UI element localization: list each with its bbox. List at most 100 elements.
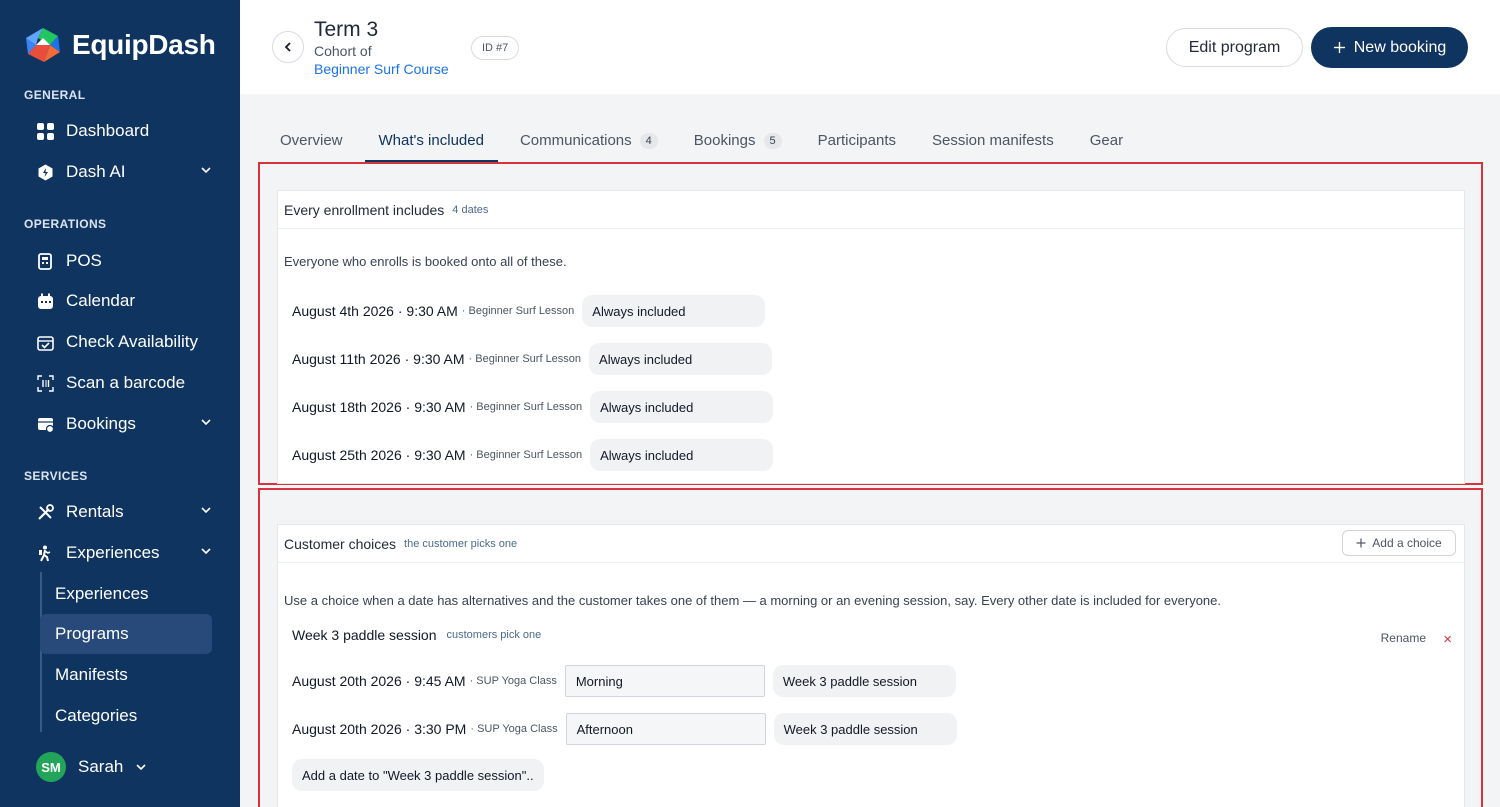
tab-label: Participants (817, 132, 896, 149)
tools-icon (36, 503, 54, 521)
equipdash-logo-icon (26, 28, 60, 62)
ai-hexagon-icon (36, 163, 54, 181)
sidebar-item-label: POS (66, 251, 102, 270)
session-date: August 4th 2026 · 9:30 AM (292, 303, 458, 319)
add-choice-label: Add a choice (1372, 536, 1442, 550)
section-general: GENERAL (24, 88, 86, 102)
id-badge: ID #7 (471, 36, 520, 60)
sidebar-subitem-programs[interactable]: Programs (40, 614, 212, 654)
choice-group-pill: Week 3 paddle session (772, 665, 956, 697)
session-activity: · Beginner Surf Lesson (469, 449, 583, 461)
session-date: August 18th 2026 · 9:30 AM (292, 399, 466, 415)
option-label-input[interactable]: Afternoon (565, 713, 766, 745)
sidebar-item-label: Dashboard (66, 121, 150, 140)
cohort-label: Cohort of (314, 43, 372, 59)
tab-label: Gear (1089, 132, 1124, 149)
enrollment-card: Every enrollment includes 4 dates Everyo… (277, 190, 1465, 484)
user-name: Sarah (78, 757, 124, 776)
sidebar-subitem-experiences[interactable]: Experiences (40, 574, 212, 614)
chevron-down-icon[interactable] (200, 504, 212, 516)
sidebar-item-bookings[interactable]: Bookings (36, 408, 216, 440)
barcode-scan-icon (36, 374, 54, 392)
card-header: Customer choices the customer picks one … (278, 525, 1464, 563)
sidebar-item-label: Rentals (66, 502, 124, 521)
status-pill: Always included (582, 295, 766, 327)
session-date: August 11th 2026 · 9:30 AM (292, 351, 465, 367)
calendar-icon (36, 292, 54, 310)
sidebar-item-label: Bookings (66, 414, 136, 433)
rename-link[interactable]: Rename (1381, 631, 1426, 645)
tab-session-manifests[interactable]: Session manifests (932, 124, 1054, 162)
choice-group-name: Week 3 paddle session (292, 627, 437, 643)
tab-label: What's included (378, 132, 484, 149)
delete-icon[interactable]: × (1443, 631, 1452, 648)
sidebar-subitem-categories[interactable]: Categories (40, 696, 212, 736)
list-item: August 20th 2026 · 9:45 AM · SUP Yoga Cl… (292, 665, 956, 697)
count-badge: 5 (763, 133, 782, 149)
choice-group-header: Week 3 paddle session customers pick one (292, 627, 541, 643)
new-booking-button[interactable]: New booking (1311, 27, 1468, 68)
back-button[interactable] (272, 31, 304, 63)
tab-overview[interactable]: Overview (280, 124, 343, 162)
chevron-down-icon[interactable] (200, 164, 212, 176)
sidebar-item-pos[interactable]: POS (36, 245, 216, 277)
tab-bookings[interactable]: Bookings 5 (694, 124, 782, 162)
add-choice-button[interactable]: Add a choice (1342, 530, 1456, 556)
list-item: August 25th 2026 · 9:30 AM · Beginner Su… (292, 439, 774, 471)
tab-gear[interactable]: Gear (1090, 124, 1123, 162)
card-tag: 4 dates (452, 203, 489, 216)
page-header: Term 3 Cohort of Beginner Surf Course ID… (240, 0, 1500, 94)
register-icon (36, 252, 54, 270)
sidebar-item-label: Dash AI (66, 162, 126, 181)
list-item: August 4th 2026 · 9:30 AM · Beginner Sur… (292, 295, 766, 327)
session-activity: · SUP Yoga Class (470, 723, 558, 735)
hiker-icon (36, 544, 54, 562)
chevron-down-icon[interactable] (200, 545, 212, 557)
sidebar-item-dash-ai[interactable]: Dash AI (36, 156, 216, 188)
card-description: Use a choice when a date has alternative… (284, 593, 1222, 608)
status-pill: Always included (589, 343, 773, 375)
session-activity: · Beginner Surf Lesson (468, 353, 582, 365)
tab-label: Overview (280, 132, 343, 149)
sidebar-item-label: Experiences (66, 543, 160, 562)
tab-label: Session manifests (932, 132, 1054, 149)
sidebar-item-scan-barcode[interactable]: Scan a barcode (36, 367, 216, 399)
edit-program-button[interactable]: Edit program (1166, 28, 1303, 67)
sidebar-item-check-availability[interactable]: Check Availability (36, 326, 216, 358)
card-title: Every enrollment includes (284, 201, 445, 218)
sidebar-subitem-manifests[interactable]: Manifests (40, 655, 212, 695)
avatar: SM (36, 752, 66, 782)
course-link[interactable]: Beginner Surf Course (314, 61, 449, 77)
list-item: August 20th 2026 · 3:30 PM · SUP Yoga Cl… (292, 713, 957, 745)
section-services: SERVICES (24, 469, 88, 483)
calendar-check-icon (36, 333, 54, 351)
add-date-button[interactable]: Add a date to "Week 3 paddle session".. (292, 759, 544, 791)
card-description: Everyone who enrolls is booked onto all … (284, 254, 567, 269)
card-tag: the customer picks one (404, 537, 518, 550)
tab-whats-included[interactable]: What's included (364, 124, 499, 162)
tab-communications[interactable]: Communications 4 (520, 124, 658, 162)
user-menu[interactable]: SM Sarah (36, 752, 147, 782)
choice-group-pill: Week 3 paddle session (773, 713, 957, 745)
session-activity: · Beginner Surf Lesson (469, 401, 583, 413)
session-activity: · Beginner Surf Lesson (461, 305, 575, 317)
sidebar-item-dashboard[interactable]: Dashboard (36, 115, 216, 147)
status-pill: Always included (590, 439, 774, 471)
app-name: EquipDash (72, 29, 216, 60)
app-logo[interactable]: EquipDash (24, 26, 216, 64)
tab-label: Communications (519, 132, 632, 149)
grid-icon (36, 122, 54, 140)
sidebar-item-label: Calendar (66, 291, 135, 310)
sidebar-item-label: Check Availability (66, 332, 198, 351)
list-item: August 11th 2026 · 9:30 AM · Beginner Su… (292, 343, 773, 375)
card-header: Every enrollment includes 4 dates (278, 191, 1464, 229)
chevron-down-icon[interactable] (200, 416, 212, 428)
sidebar-item-rentals[interactable]: Rentals (36, 496, 216, 528)
option-label-input[interactable]: Morning (564, 665, 765, 697)
sidebar: EquipDash GENERAL Dashboard Dash AI OPER… (0, 0, 240, 807)
sidebar-item-experiences[interactable]: Experiences (36, 537, 216, 569)
session-date: August 20th 2026 · 9:45 AM (292, 673, 466, 689)
tab-participants[interactable]: Participants (818, 124, 896, 162)
new-booking-label: New booking (1353, 38, 1447, 56)
sidebar-item-calendar[interactable]: Calendar (36, 285, 216, 317)
